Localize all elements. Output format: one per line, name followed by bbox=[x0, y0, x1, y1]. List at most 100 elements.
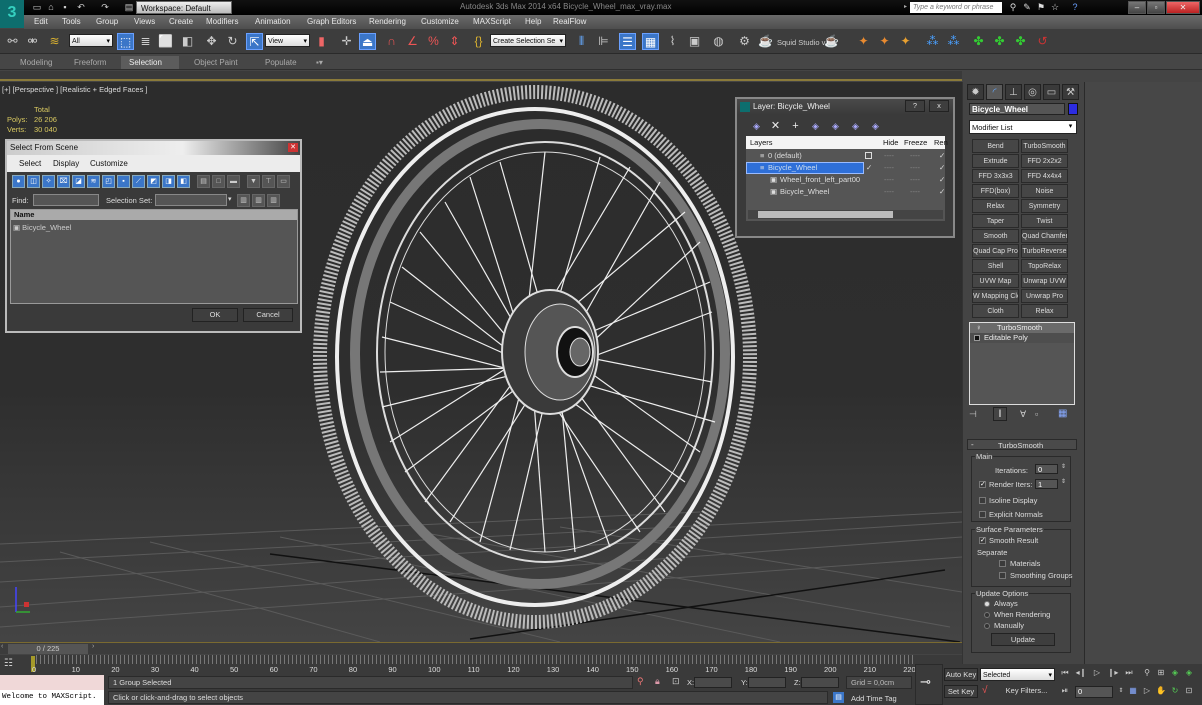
modifier-button[interactable]: TopoRelax bbox=[1021, 259, 1068, 273]
viewport-label[interactable]: [+] [Perspective ] [Realistic + Edged Fa… bbox=[2, 85, 148, 94]
explicit-normals-checkbox[interactable] bbox=[979, 511, 986, 518]
key-filters-button[interactable]: Key Filters... bbox=[998, 685, 1055, 698]
layer-row[interactable]: ▣ Wheel_front_left_part00 ---- ---- ✓ bbox=[746, 174, 945, 186]
remove-from-set-icon[interactable]: ▥ bbox=[267, 194, 280, 207]
chevron-down-icon[interactable]: ▾ bbox=[1066, 122, 1075, 132]
object-name-field[interactable]: Bicycle_Wheel bbox=[969, 103, 1065, 115]
filter-bones-icon[interactable]: ⟋ bbox=[132, 175, 145, 188]
menu-customize[interactable]: Customize bbox=[421, 17, 459, 26]
menu-maxscript[interactable]: MAXScript bbox=[473, 17, 511, 26]
ok-button[interactable]: OK bbox=[192, 308, 238, 322]
menu-views[interactable]: Views bbox=[134, 17, 155, 26]
angle-snap-icon[interactable]: ∠ bbox=[404, 33, 421, 50]
next-frame-icon[interactable]: ❙▸ bbox=[1106, 666, 1120, 680]
selection-filter-dropdown[interactable]: All bbox=[69, 34, 113, 48]
modifier-button[interactable]: FFD(box) bbox=[972, 184, 1019, 198]
iterations-spinner[interactable]: 0 bbox=[1035, 464, 1058, 474]
select-layer-objects-icon[interactable]: ◈ bbox=[807, 118, 824, 135]
freeze-toggle[interactable]: ---- bbox=[910, 162, 920, 174]
unlink-icon[interactable]: ⚮ bbox=[24, 33, 41, 50]
modifier-button[interactable]: FFD 2x2x2 bbox=[1021, 154, 1068, 168]
z-coordinate-field[interactable] bbox=[801, 677, 839, 688]
current-layer-check-icon[interactable]: ✓ bbox=[866, 162, 872, 174]
modifier-list-dropdown[interactable]: Modifier List bbox=[969, 120, 1077, 134]
filter-hidden-icon[interactable]: ◧ bbox=[177, 175, 190, 188]
auto-key-button[interactable]: Auto Key bbox=[944, 668, 978, 681]
filter-containers-icon[interactable]: ◩ bbox=[147, 175, 160, 188]
selection-lock-icon[interactable]: 🔒︎ bbox=[655, 676, 660, 687]
app-logo[interactable]: 3 bbox=[0, 0, 24, 28]
render-iters-checkbox[interactable]: ✓ bbox=[979, 481, 986, 488]
select-manipulate-icon[interactable]: ✛ bbox=[338, 33, 355, 50]
current-frame-field[interactable]: 0 bbox=[1075, 686, 1113, 698]
modifier-button[interactable]: Quad Chamfer bbox=[1021, 229, 1068, 243]
display-all-icon[interactable]: ▤ bbox=[197, 175, 210, 188]
layers-column[interactable]: Layers bbox=[750, 136, 773, 149]
spinner-snap-icon[interactable]: ⇕ bbox=[446, 33, 463, 50]
help-icon[interactable]: ? bbox=[1070, 2, 1080, 13]
hide-toggle[interactable]: ---- bbox=[884, 162, 894, 174]
realflow-mesh-icon[interactable]: ⁂ bbox=[945, 33, 962, 50]
render-column[interactable]: Ren bbox=[934, 136, 948, 149]
highlight-selected-icon[interactable]: ◈ bbox=[827, 118, 844, 135]
modifier-button[interactable]: Noise bbox=[1021, 184, 1068, 198]
tab-modeling[interactable]: Modeling bbox=[12, 56, 60, 69]
modifier-button[interactable]: Extrude bbox=[972, 154, 1019, 168]
graphite-ribbon-icon[interactable]: ▦ bbox=[642, 33, 659, 50]
close-button[interactable]: ✕ bbox=[1166, 1, 1200, 14]
ribbon-options-button[interactable]: ▪▾ bbox=[308, 56, 331, 69]
render-toggle-icon[interactable]: ✓ bbox=[939, 162, 945, 174]
modifier-button[interactable]: W Mapping Cle bbox=[972, 289, 1019, 303]
new-file-icon[interactable]: ▭ bbox=[32, 2, 42, 12]
render-iters-spinner[interactable]: 1 bbox=[1035, 479, 1058, 489]
modifier-button[interactable]: TurboSmooth bbox=[1021, 139, 1068, 153]
window-crossing-icon[interactable]: ◧ bbox=[179, 33, 196, 50]
default-tangent-icon[interactable]: √ bbox=[982, 685, 988, 696]
bind-space-warp-icon[interactable]: ≋ bbox=[46, 33, 63, 50]
modifier-button[interactable]: TurboReverse bbox=[1021, 244, 1068, 258]
modifier-button[interactable]: Symmetry bbox=[1021, 199, 1068, 213]
layer-row[interactable]: ≡ Bicycle_Wheel ✓ ---- ---- ✓ bbox=[746, 162, 945, 174]
modifier-button[interactable]: Quad Cap Pro bbox=[972, 244, 1019, 258]
display-tab-icon[interactable]: ▭ bbox=[1043, 84, 1060, 100]
maxscript-listener-input[interactable] bbox=[0, 675, 104, 690]
display-invert-icon[interactable]: ▬ bbox=[227, 175, 240, 188]
set-key-button[interactable]: Set Key bbox=[944, 685, 978, 698]
cancel-button[interactable]: Cancel bbox=[243, 308, 293, 322]
orbit-icon[interactable]: ↻ bbox=[1168, 684, 1182, 698]
zoom-extents-icon[interactable]: ◈ bbox=[1168, 666, 1182, 680]
percent-snap-icon[interactable]: % bbox=[425, 33, 442, 50]
maxscript-output[interactable]: Welcome to MAXScript. bbox=[0, 690, 104, 705]
edit-named-selection-icon[interactable]: {} bbox=[470, 33, 487, 50]
render-toggle-icon[interactable]: ✓ bbox=[939, 174, 945, 186]
menu-select[interactable]: Select bbox=[19, 159, 41, 168]
spinner-arrows-icon[interactable]: ⇕ bbox=[1061, 463, 1066, 470]
zoom-extents-all-icon[interactable]: ◈ bbox=[1182, 666, 1196, 680]
filter-helpers-icon[interactable]: ◪ bbox=[72, 175, 85, 188]
tab-object-paint[interactable]: Object Paint bbox=[186, 56, 246, 69]
stack-item-editable-poly[interactable]: Editable Poly bbox=[970, 333, 1074, 343]
materials-checkbox[interactable] bbox=[999, 560, 1006, 567]
time-slider[interactable]: ‹ 0 / 225 › bbox=[0, 642, 962, 654]
mini-curve-editor-icon[interactable]: ☷ bbox=[4, 658, 13, 669]
name-column-header[interactable]: Name bbox=[11, 210, 297, 220]
communication-icon[interactable]: ⚑ bbox=[1036, 2, 1046, 13]
search-input[interactable]: Type a keyword or phrase bbox=[910, 2, 1002, 13]
menu-edit[interactable]: Edit bbox=[34, 17, 48, 26]
play-icon[interactable]: ▷ bbox=[1090, 666, 1104, 680]
layer-row[interactable]: ▣ Bicycle_Wheel ---- ---- ✓ bbox=[746, 186, 945, 198]
freeze-toggle[interactable]: ---- bbox=[910, 150, 920, 162]
rotate-icon[interactable]: ↻ bbox=[224, 33, 241, 50]
link-icon[interactable]: ⚯ bbox=[4, 33, 21, 50]
columns-icon[interactable]: ▭ bbox=[277, 175, 290, 188]
hide-toggle[interactable]: ---- bbox=[884, 186, 894, 198]
spinner-arrows-icon[interactable]: ⇕ bbox=[1061, 478, 1066, 485]
menu-create[interactable]: Create bbox=[169, 17, 193, 26]
scale-icon[interactable]: ⇱ bbox=[246, 33, 263, 50]
filter-xrefs-icon[interactable]: ▪ bbox=[117, 175, 130, 188]
add-to-set-icon[interactable]: ▥ bbox=[252, 194, 265, 207]
modifier-stack[interactable]: ♀ TurboSmooth Editable Poly bbox=[969, 322, 1075, 405]
modifier-button[interactable]: Cloth bbox=[972, 304, 1019, 318]
smoothing-groups-checkbox[interactable] bbox=[999, 572, 1006, 579]
search-expand-icon[interactable]: ▸ bbox=[904, 3, 907, 10]
